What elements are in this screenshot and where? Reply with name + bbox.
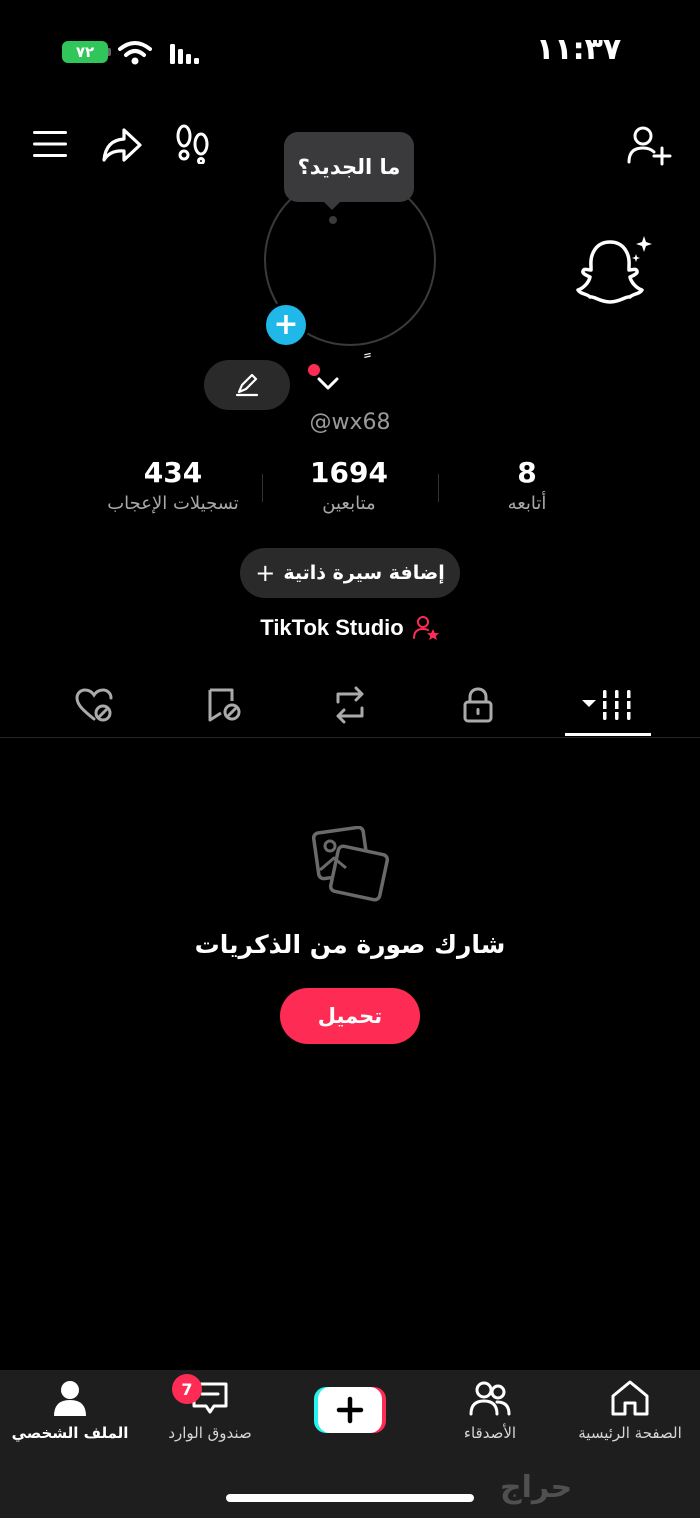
studio-label: TikTok Studio: [260, 615, 404, 640]
wifi-icon: [118, 41, 152, 65]
home-icon: [611, 1380, 649, 1416]
nav-inbox-label: صندوق الوارد: [168, 1424, 252, 1442]
tiktok-studio-link[interactable]: TikTok Studio: [200, 612, 500, 644]
nav-inbox[interactable]: صندوق الوارد: [140, 1378, 280, 1442]
creator-star-icon: [412, 616, 439, 640]
followers-label: متابعين: [322, 493, 376, 514]
active-tab-indicator: [565, 733, 651, 736]
share-icon[interactable]: [100, 126, 144, 164]
battery-tip: [108, 48, 111, 56]
battery-indicator: ٧٢: [62, 41, 108, 63]
avatar-dot: [329, 216, 337, 224]
photos-icon: [312, 826, 390, 902]
haraj-watermark: حراج: [500, 1470, 573, 1505]
edit-profile-button[interactable]: [204, 360, 290, 410]
empty-state-title: شارك صورة من الذكريات: [194, 930, 506, 959]
chevron-down-icon[interactable]: [316, 374, 340, 394]
following-count: 8: [517, 456, 537, 489]
pencil-icon: [235, 373, 259, 397]
add-bio-button[interactable]: إضافة سيرة ذاتية +: [240, 548, 460, 598]
lock-icon: [463, 687, 493, 723]
nav-profile-label: الملف الشخصي: [11, 1424, 129, 1442]
menu-icon[interactable]: [32, 128, 68, 160]
snapchat-icon[interactable]: [574, 232, 656, 310]
nav-home[interactable]: الصفحة الرئيسية: [560, 1378, 700, 1442]
tooltip-text: ما الجديد؟: [297, 155, 401, 179]
plus-icon: +: [255, 559, 276, 587]
add-avatar-button[interactable]: +: [263, 302, 309, 348]
likes-label: تسجيلات الإعجاب: [107, 493, 239, 514]
bio-label: إضافة سيرة ذاتية: [283, 562, 445, 584]
signal-icon: [170, 44, 199, 64]
nav-friends[interactable]: الأصدقاء: [420, 1378, 560, 1442]
grid-dropdown-icon: [582, 690, 633, 720]
hidden-bookmark-icon: [208, 688, 241, 722]
create-button[interactable]: [312, 1385, 388, 1435]
battery-level: ٧٢: [75, 43, 95, 61]
nav-profile[interactable]: الملف الشخصي: [0, 1378, 140, 1442]
nav-home-label: الصفحة الرئيسية: [578, 1424, 682, 1442]
tooltip-tail: [322, 200, 342, 210]
likes-stat[interactable]: 434 تسجيلات الإعجاب: [78, 456, 268, 514]
followers-count: 1694: [310, 456, 388, 489]
tab-liked[interactable]: [44, 680, 144, 730]
inbox-badge: 7: [172, 1374, 202, 1404]
following-label: أتابعه: [507, 493, 547, 514]
status-time: ١١:٣٧: [536, 32, 622, 67]
tab-saved[interactable]: [174, 680, 274, 730]
person-icon: [54, 1381, 86, 1416]
tab-videos[interactable]: [558, 680, 658, 730]
likes-count: 434: [143, 456, 203, 489]
following-stat[interactable]: 8 أتابعه: [432, 456, 622, 514]
friends-icon: [469, 1381, 511, 1416]
nav-friends-label: الأصدقاء: [463, 1424, 517, 1442]
tab-private[interactable]: [428, 680, 528, 730]
footprints-icon[interactable]: [174, 124, 212, 164]
followers-stat[interactable]: 1694 متابعين: [254, 456, 444, 514]
home-indicator: [226, 1494, 474, 1502]
add-friend-icon[interactable]: [626, 124, 672, 166]
username-handle: @wx68: [309, 410, 391, 435]
upload-button[interactable]: تحميل: [280, 988, 420, 1044]
tab-reposts[interactable]: [300, 680, 400, 730]
whats-new-tooltip[interactable]: ما الجديد؟: [284, 132, 414, 202]
repost-icon: [336, 686, 364, 724]
hidden-heart-icon: [75, 688, 113, 722]
